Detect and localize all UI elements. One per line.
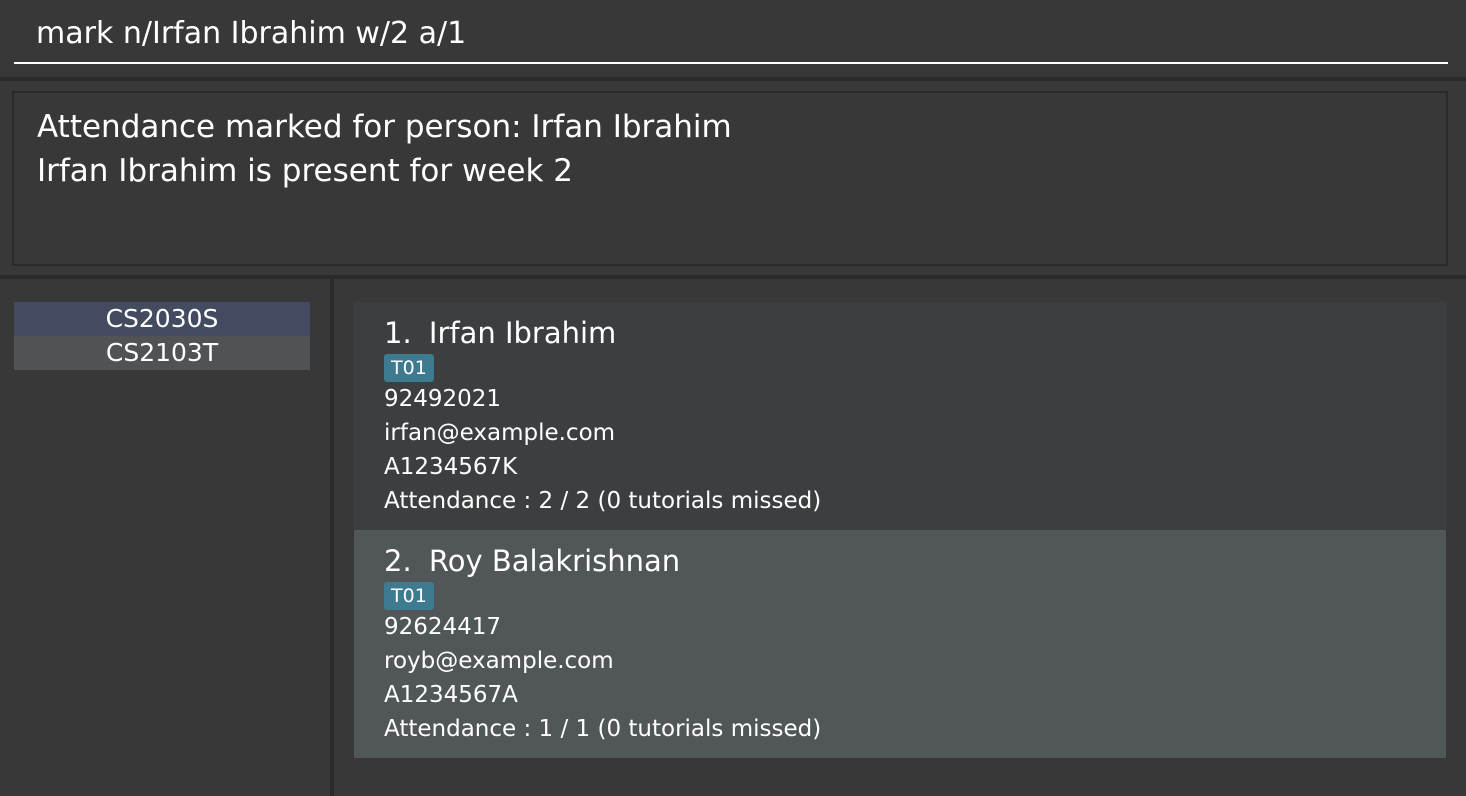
class-item-cs2103t[interactable]: CS2103T [14,336,310,370]
person-student-id: A1234567K [384,454,518,480]
person-attendance: Attendance : 1 / 1 (0 tutorials missed) [384,716,822,742]
person-email: royb@example.com [384,648,614,674]
class-list: CS2030S CS2103T [14,302,310,370]
result-line: Irfan Ibrahim is present for week 2 [37,153,573,189]
tutorial-tag: T01 [384,354,434,382]
tutorial-tag: T01 [384,582,434,610]
result-line: Attendance marked for person: Irfan Ibra… [37,109,732,145]
command-box [0,0,1466,76]
person-name-row: 2. Roy Balakrishnan [384,542,1446,580]
class-item-cs2030s[interactable]: CS2030S [14,302,310,336]
person-card[interactable]: 2. Roy Balakrishnan T01 92624417 royb@ex… [354,530,1446,758]
command-input[interactable] [14,4,1448,64]
person-name-row: 1. Irfan Ibrahim [384,314,1446,352]
person-index: 2. [384,544,412,578]
app-window: Attendance marked for person: Irfan Ibra… [0,0,1466,796]
person-list: 1. Irfan Ibrahim T01 92492021 irfan@exam… [354,302,1446,758]
person-name: Roy Balakrishnan [428,544,681,578]
person-email: irfan@example.com [384,420,616,446]
person-attendance: Attendance : 2 / 2 (0 tutorials missed) [384,488,822,514]
sidebar-divider[interactable] [330,279,334,796]
result-display: Attendance marked for person: Irfan Ibra… [12,91,1448,266]
person-student-id: A1234567A [384,682,518,708]
person-phone: 92492021 [384,386,502,412]
person-index: 1. [384,316,412,350]
person-card[interactable]: 1. Irfan Ibrahim T01 92492021 irfan@exam… [354,302,1446,530]
divider [0,77,1466,81]
class-sidebar: CS2030S CS2103T [0,279,330,796]
person-name: Irfan Ibrahim [428,316,617,350]
person-phone: 92624417 [384,614,502,640]
